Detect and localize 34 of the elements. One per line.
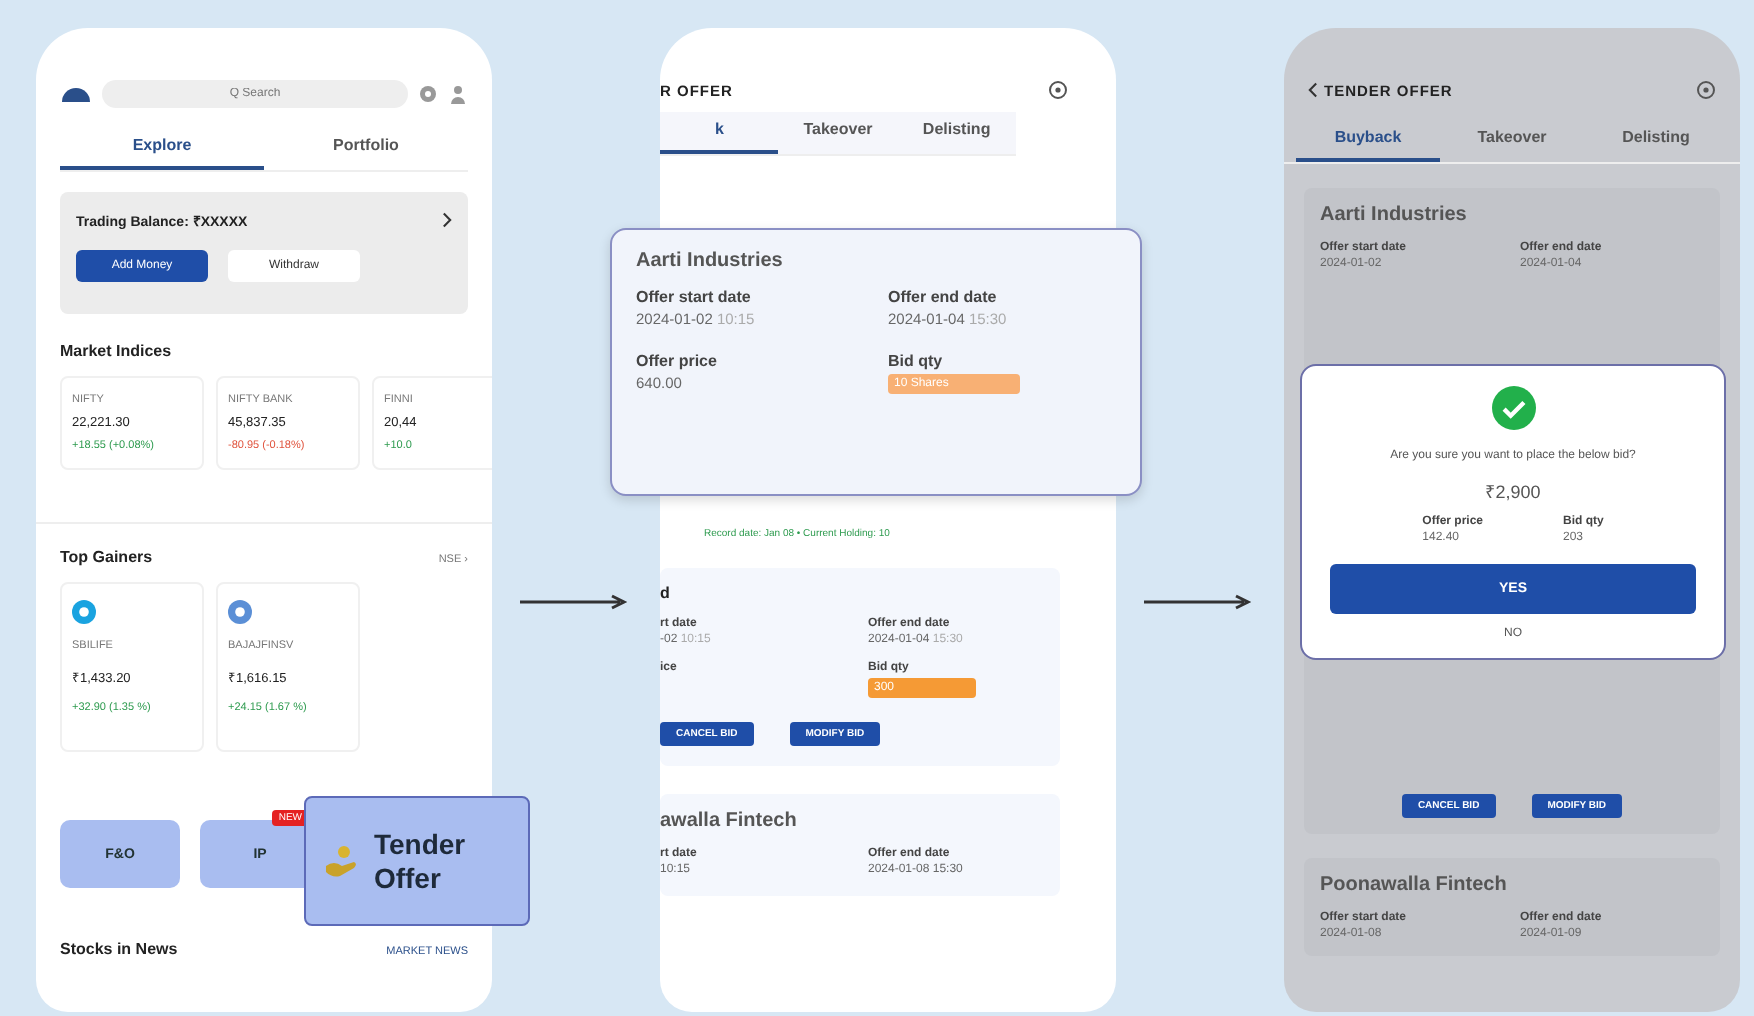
info-icon[interactable] [1696, 80, 1716, 100]
callout-label: Tender Offer [373, 827, 468, 895]
field-label: Offer price [636, 352, 719, 370]
logo-icon [60, 84, 92, 104]
tab[interactable]: Delisting [897, 112, 1016, 154]
field-label: Offer end date [888, 288, 999, 306]
company-name: Poonawalla Fintech [1320, 874, 1509, 896]
company-name: awalla Fintech [660, 810, 799, 832]
tender-offer-tooltip[interactable]: Tender Offer [304, 796, 530, 926]
company-name: Aarti Industries [1320, 204, 1469, 226]
field-label: Offer start date [636, 288, 753, 306]
tab[interactable]: k [660, 112, 779, 154]
field-label: Bid qty [888, 352, 945, 370]
tab[interactable]: Portfolio [264, 128, 468, 170]
bid-amount: ₹2,900 [1485, 480, 1541, 504]
back-icon[interactable] [1308, 82, 1318, 98]
tab[interactable]: Takeover [1440, 120, 1584, 162]
tab[interactable]: Delisting [1584, 120, 1728, 162]
chevron-icon[interactable] [442, 212, 452, 228]
company-logo-icon [72, 600, 96, 624]
section-title: Top Gainers [60, 548, 153, 566]
arrow-icon [1144, 594, 1256, 610]
company-name: d [660, 584, 672, 602]
section-title: Market Indices [60, 342, 174, 360]
tab[interactable]: Takeover [778, 112, 898, 154]
tab[interactable]: Explore [60, 128, 264, 170]
user-icon[interactable] [448, 84, 468, 104]
arrow-icon [520, 594, 632, 610]
company-name: Aarti Industries [636, 250, 785, 272]
company-logo-icon [228, 600, 252, 624]
check-icon [1491, 386, 1535, 430]
info-icon[interactable] [1048, 80, 1068, 100]
tab[interactable]: Buyback [1296, 120, 1440, 162]
section-title: Stocks in News [60, 940, 178, 958]
